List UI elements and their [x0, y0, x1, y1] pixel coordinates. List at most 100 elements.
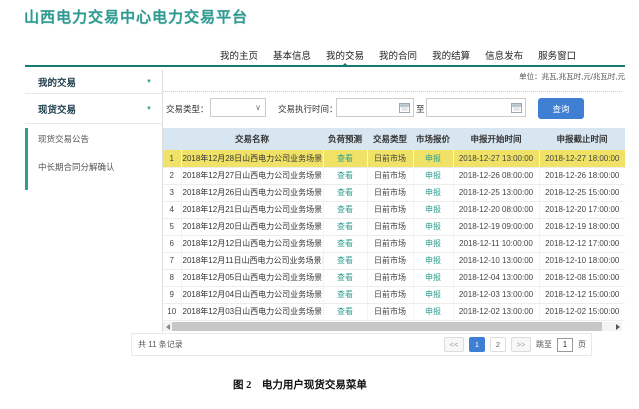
- next-page-button[interactable]: >>: [511, 337, 531, 352]
- trade-type-cell: 日前市场: [367, 303, 413, 320]
- col-trade-type: 交易类型: [367, 128, 413, 150]
- trade-type-cell: 日前市场: [367, 201, 413, 218]
- bid-end-cell: 2018-12-12 17:00:00: [539, 235, 625, 252]
- bid-link[interactable]: 申报: [425, 188, 441, 197]
- scroll-right-arrow-icon[interactable]: [613, 322, 622, 331]
- row-index: 7: [163, 252, 181, 269]
- chevron-down-icon: ▼: [146, 106, 152, 112]
- table-row[interactable]: 4 2018年12月21日山西电力公司业务场景日前交易 查看 日前市场 申报 2…: [163, 201, 625, 218]
- exec-time-from-input[interactable]: [336, 98, 414, 117]
- nav-item-home[interactable]: 我的主页: [220, 50, 258, 66]
- trade-type-cell: 日前市场: [367, 269, 413, 286]
- page-button-2[interactable]: 2: [490, 337, 506, 352]
- col-market-quote: 市场报价: [413, 128, 453, 150]
- trade-type-cell: 日前市场: [367, 184, 413, 201]
- trade-type-cell: 日前市场: [367, 167, 413, 184]
- view-forecast-link[interactable]: 查看: [337, 205, 353, 214]
- row-index: 6: [163, 235, 181, 252]
- scrollbar-thumb[interactable]: [172, 322, 602, 331]
- trade-type-cell: 日前市场: [367, 252, 413, 269]
- bid-start-cell: 2018-12-26 08:00:00: [453, 167, 539, 184]
- select-chevron-icon: ∨: [255, 103, 261, 112]
- table-row[interactable]: 5 2018年12月20日山西电力公司业务场景日前交易 查看 日前市场 申报 2…: [163, 218, 625, 235]
- trade-name-cell: 2018年12月11日山西电力公司业务场景日前交易: [181, 252, 323, 269]
- page-unit-label: 页: [578, 339, 586, 350]
- view-forecast-link[interactable]: 查看: [337, 171, 353, 180]
- col-bid-start: 申报开始时间: [453, 128, 539, 150]
- view-forecast-link[interactable]: 查看: [337, 188, 353, 197]
- units-note: 单位：兆瓦,兆瓦时,元/兆瓦时,元: [519, 71, 625, 82]
- col-index: [163, 128, 181, 150]
- bid-start-cell: 2018-12-25 13:00:00: [453, 184, 539, 201]
- table-row[interactable]: 10 2018年12月03日山西电力公司业务场景日前交易 查看 日前市场 申报 …: [163, 303, 625, 320]
- calendar-icon[interactable]: [399, 102, 410, 113]
- view-forecast-link[interactable]: 查看: [337, 256, 353, 265]
- nav-item-service-window[interactable]: 服务窗口: [538, 50, 576, 66]
- view-forecast-link[interactable]: 查看: [337, 154, 353, 163]
- bid-start-cell: 2018-12-20 08:00:00: [453, 201, 539, 218]
- table-row[interactable]: 2 2018年12月27日山西电力公司业务场景日前交易 查看 日前市场 申报 2…: [163, 167, 625, 184]
- view-forecast-link[interactable]: 查看: [337, 290, 353, 299]
- trade-type-cell: 日前市场: [367, 218, 413, 235]
- sidebar-group-spot-trading[interactable]: 现货交易 ▼: [25, 94, 162, 124]
- view-forecast-link[interactable]: 查看: [337, 222, 353, 231]
- trade-name-cell: 2018年12月03日山西电力公司业务场景日前交易: [181, 303, 323, 320]
- table-row[interactable]: 1 2018年12月28日山西电力公司业务场景日前交易 查看 日前市场 申报 2…: [163, 150, 625, 167]
- view-forecast-link[interactable]: 查看: [337, 239, 353, 248]
- trade-name-cell: 2018年12月12日山西电力公司业务场景日前交易: [181, 235, 323, 252]
- page-button-1[interactable]: 1: [469, 337, 485, 352]
- table-row[interactable]: 8 2018年12月05日山西电力公司业务场景日前交易 查看 日前市场 申报 2…: [163, 269, 625, 286]
- bid-link[interactable]: 申报: [425, 205, 441, 214]
- row-index: 9: [163, 286, 181, 303]
- bid-link[interactable]: 申报: [425, 273, 441, 282]
- horizontal-scrollbar[interactable]: [163, 322, 622, 331]
- view-forecast-link[interactable]: 查看: [337, 307, 353, 316]
- scroll-left-arrow-icon[interactable]: [163, 322, 172, 331]
- bid-end-cell: 2018-12-27 18:00:00: [539, 150, 625, 167]
- trade-type-cell: 日前市场: [367, 286, 413, 303]
- power-trading-platform-page: 山西电力交易中心电力交易平台 我的主页 基本信息 我的交易 我的合同 我的结算 …: [0, 0, 639, 409]
- nav-item-my-trades[interactable]: 我的交易: [326, 50, 364, 66]
- table-row[interactable]: 9 2018年12月04日山西电力公司业务场景日前交易 查看 日前市场 申报 2…: [163, 286, 625, 303]
- bid-start-cell: 2018-12-11 10:00:00: [453, 235, 539, 252]
- bid-start-cell: 2018-12-02 13:00:00: [453, 303, 539, 320]
- jump-page-input[interactable]: [557, 338, 573, 352]
- pagination: << 1 2 >> 跳至 页: [444, 337, 586, 352]
- record-count: 共 11 条记录: [138, 339, 183, 350]
- table-row[interactable]: 6 2018年12月12日山西电力公司业务场景日前交易 查看 日前市场 申报 2…: [163, 235, 625, 252]
- row-index: 10: [163, 303, 181, 320]
- nav-item-my-contracts[interactable]: 我的合同: [379, 50, 417, 66]
- bid-link[interactable]: 申报: [425, 222, 441, 231]
- search-button[interactable]: 查询: [538, 98, 584, 119]
- sidebar-item-contract-decomposition[interactable]: 中长期合同分解确认: [38, 161, 115, 173]
- bid-link[interactable]: 申报: [425, 171, 441, 180]
- trade-type-select[interactable]: ∨: [210, 98, 266, 117]
- bid-end-cell: 2018-12-19 18:00:00: [539, 218, 625, 235]
- bid-link[interactable]: 申报: [425, 290, 441, 299]
- bid-end-cell: 2018-12-26 18:00:00: [539, 167, 625, 184]
- nav-item-my-settlement[interactable]: 我的结算: [432, 50, 470, 66]
- bid-end-cell: 2018-12-02 15:00:00: [539, 303, 625, 320]
- bid-link[interactable]: 申报: [425, 154, 441, 163]
- view-forecast-link[interactable]: 查看: [337, 273, 353, 282]
- sidebar-group-my-trades[interactable]: 我的交易 ▼: [25, 70, 162, 94]
- figure-caption: 图 2 电力用户现货交易菜单: [233, 377, 367, 392]
- nav-item-info-release[interactable]: 信息发布: [485, 50, 523, 66]
- bid-start-cell: 2018-12-03 13:00:00: [453, 286, 539, 303]
- bid-link[interactable]: 申报: [425, 256, 441, 265]
- calendar-icon[interactable]: [511, 102, 522, 113]
- exec-time-to-input[interactable]: [426, 98, 526, 117]
- bid-end-cell: 2018-12-10 18:00:00: [539, 252, 625, 269]
- sidebar-group-label: 现货交易: [38, 102, 76, 116]
- bid-link[interactable]: 申报: [425, 307, 441, 316]
- table-row[interactable]: 3 2018年12月26日山西电力公司业务场景日前交易 查看 日前市场 申报 2…: [163, 184, 625, 201]
- col-bid-end: 申报截止时间: [539, 128, 625, 150]
- row-index: 8: [163, 269, 181, 286]
- bid-link[interactable]: 申报: [425, 239, 441, 248]
- prev-page-button[interactable]: <<: [444, 337, 464, 352]
- sidebar-item-spot-announcement[interactable]: 现货交易公告: [38, 133, 89, 145]
- nav-item-basic-info[interactable]: 基本信息: [273, 50, 311, 66]
- trade-name-cell: 2018年12月04日山西电力公司业务场景日前交易: [181, 286, 323, 303]
- table-row[interactable]: 7 2018年12月11日山西电力公司业务场景日前交易 查看 日前市场 申报 2…: [163, 252, 625, 269]
- table-header-row: 交易名称 负荷预测 交易类型 市场报价 申报开始时间 申报截止时间: [163, 128, 625, 150]
